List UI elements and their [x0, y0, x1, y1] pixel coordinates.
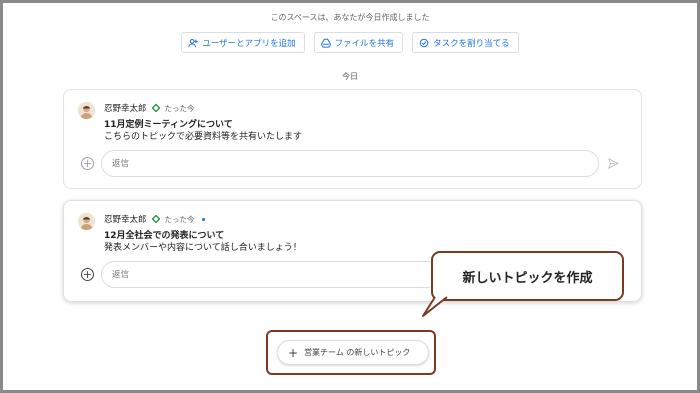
topic-body: こちらのトピックで必要資料等を共有いたします [104, 132, 303, 142]
drive-icon [320, 38, 331, 48]
message-meta: 忍野幸太郎 たった今 [104, 213, 205, 225]
diamond-badge-icon [151, 104, 160, 112]
callout-tail [422, 296, 448, 317]
author-name: 忍野幸太郎 [104, 215, 147, 225]
reply-input[interactable] [101, 261, 441, 288]
avatar [78, 213, 95, 230]
topic-body: 発表メンバーや内容について話し合いましょう！ [104, 243, 302, 253]
assign-task-label: タスクを割り当てる [433, 38, 510, 49]
avatar [78, 102, 95, 119]
share-file-button[interactable]: ファイルを共有 [313, 32, 404, 53]
topic-card: 忍野幸太郎 たった今 11月定例ミーティングについて こちらのトピックで必要資料… [63, 89, 642, 189]
date-divider: 今日 [342, 72, 358, 81]
plus-icon: + [288, 345, 299, 360]
highlight-box: + 営業チーム の新しいトピック [266, 330, 436, 375]
send-icon[interactable] [608, 158, 619, 169]
message-time: たった今 [164, 103, 195, 113]
space-created-notice: このスペースは、あなたが今日作成しました [270, 13, 430, 22]
add-attachment-icon[interactable]: + [81, 268, 94, 281]
message-time: たった今 [164, 214, 195, 224]
reply-input[interactable] [101, 150, 599, 177]
assign-task-button[interactable]: タスクを割り当てる [412, 32, 519, 53]
new-topic-button[interactable]: + 営業チーム の新しいトピック [277, 340, 429, 365]
add-person-icon [188, 38, 198, 47]
diamond-badge-icon [151, 215, 160, 223]
callout-annotation: 新しいトピックを作成 [431, 251, 624, 301]
new-topic-label: 営業チーム の新しいトピック [304, 348, 411, 357]
add-users-apps-button[interactable]: ユーザーとアプリを追加 [181, 32, 305, 53]
space-actions: ユーザーとアプリを追加 ファイルを共有 タスクを割り当てる [0, 32, 700, 53]
callout-text: 新しいトピックを作成 [462, 270, 593, 286]
unread-dot [201, 217, 205, 221]
add-users-apps-label: ユーザーとアプリを追加 [202, 38, 296, 49]
message-meta: 忍野幸太郎 たった今 [104, 102, 195, 115]
task-icon [419, 38, 429, 47]
author-name: 忍野幸太郎 [104, 104, 147, 114]
add-attachment-icon[interactable]: + [81, 157, 94, 170]
share-file-label: ファイルを共有 [334, 38, 395, 49]
